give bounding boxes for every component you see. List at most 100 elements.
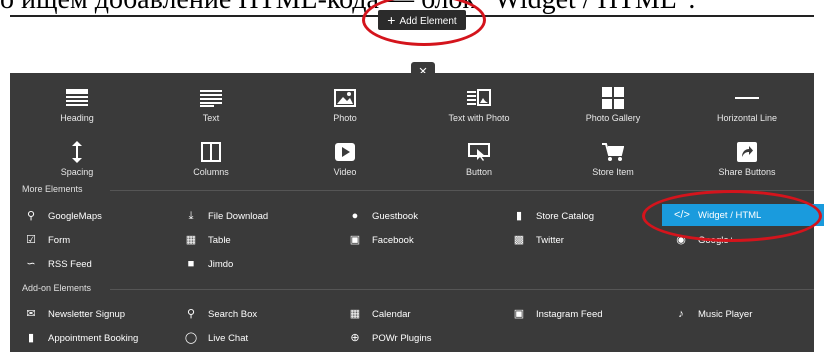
- tile-store-item[interactable]: Store Item: [546, 129, 680, 189]
- item-store-catalog[interactable]: ▮ Store Catalog: [512, 205, 662, 227]
- add-element-panel: Heading Text Photo Text with Photo Photo…: [10, 73, 824, 352]
- add-element-label: Add Element: [399, 16, 457, 27]
- booking-icon: ▮: [27, 332, 35, 344]
- item-newsletter-signup[interactable]: ✉ Newsletter Signup: [24, 303, 174, 325]
- item-label: Google+: [698, 235, 735, 246]
- item-label: Twitter: [536, 235, 564, 246]
- tile-label: Text: [202, 113, 220, 123]
- tile-spacing[interactable]: Spacing: [10, 129, 144, 189]
- item-live-chat[interactable]: ◯ Live Chat: [184, 327, 334, 349]
- item-guestbook[interactable]: ● Guestbook: [348, 205, 498, 227]
- item-label: RSS Feed: [48, 259, 92, 270]
- tile-label: Button: [465, 167, 493, 177]
- item-label: Live Chat: [208, 333, 249, 344]
- add-element-button[interactable]: + Add Element: [378, 10, 466, 30]
- text-with-photo-icon: [412, 87, 546, 109]
- twitter-icon: ▩: [513, 234, 525, 246]
- item-label: Instagram Feed: [536, 309, 603, 320]
- item-jimdo[interactable]: ■ Jimdo: [184, 253, 334, 275]
- map-pin-icon: ⚲: [26, 210, 36, 222]
- item-label: Search Box: [208, 309, 258, 320]
- item-label: Store Catalog: [536, 211, 595, 222]
- photo-gallery-icon: [546, 87, 680, 109]
- tile-label: Columns: [193, 167, 229, 177]
- tile-text-with-photo[interactable]: Text with Photo: [412, 75, 546, 135]
- columns-icon: [144, 141, 278, 163]
- tile-horizontal-line[interactable]: Horizontal Line: [680, 75, 814, 135]
- item-rss-feed[interactable]: ∽ RSS Feed: [24, 253, 174, 275]
- item-table[interactable]: ▦ Table: [184, 229, 334, 251]
- item-powr-plugins[interactable]: ⊕ POWr Plugins: [348, 327, 498, 349]
- share-buttons-icon: [680, 141, 814, 163]
- section-title: More Elements: [22, 184, 83, 194]
- search-icon: ⚲: [186, 308, 196, 320]
- item-google-plus[interactable]: ◉ Google+: [674, 229, 824, 251]
- horizontal-line-icon: [680, 87, 814, 109]
- chat-icon: ◯: [184, 332, 198, 344]
- calendar-icon: ▦: [349, 308, 361, 320]
- tile-video[interactable]: Video: [278, 129, 412, 189]
- item-label: GoogleMaps: [48, 211, 102, 222]
- item-googlemaps[interactable]: ⚲ GoogleMaps: [24, 205, 174, 227]
- photo-icon: [278, 87, 412, 109]
- tile-photo-gallery[interactable]: Photo Gallery: [546, 75, 680, 135]
- tile-label: Share Buttons: [718, 167, 776, 177]
- tile-columns[interactable]: Columns: [144, 129, 278, 189]
- item-label: Facebook: [372, 235, 414, 246]
- tile-label: Photo: [333, 113, 357, 123]
- tile-photo[interactable]: Photo: [278, 75, 412, 135]
- download-icon: ⤓: [188, 210, 194, 222]
- item-label: Guestbook: [372, 211, 418, 222]
- plus-circle-icon: ⊕: [350, 332, 360, 344]
- item-label: Newsletter Signup: [48, 309, 126, 320]
- video-icon: [278, 141, 412, 163]
- checkbox-icon: ☑: [26, 234, 36, 246]
- item-facebook[interactable]: ▣ Facebook: [348, 229, 498, 251]
- store-item-icon: [546, 141, 680, 163]
- item-appointment-booking[interactable]: ▮ Appointment Booking: [24, 327, 174, 349]
- tile-share-buttons[interactable]: Share Buttons: [680, 129, 814, 189]
- item-search-box[interactable]: ⚲ Search Box: [184, 303, 334, 325]
- item-label: Widget / HTML: [698, 210, 762, 221]
- tile-heading[interactable]: Heading: [10, 75, 144, 135]
- tile-label: Heading: [60, 113, 94, 123]
- jimdo-icon: ■: [187, 258, 195, 270]
- divider: [110, 190, 814, 191]
- button-icon: [412, 141, 546, 163]
- item-label: Appointment Booking: [48, 333, 139, 344]
- tile-label: Video: [333, 167, 357, 177]
- facebook-icon: ▣: [349, 234, 361, 246]
- speaker-icon: ♪: [678, 308, 684, 320]
- tile-label: Photo Gallery: [585, 113, 641, 123]
- tile-label: Spacing: [60, 167, 94, 177]
- section-addon-elements: Add-on Elements: [10, 282, 814, 296]
- item-label: POWr Plugins: [372, 333, 432, 344]
- item-label: Jimdo: [208, 259, 234, 270]
- google-plus-icon: ◉: [676, 234, 686, 246]
- item-music-player[interactable]: ♪ Music Player: [674, 303, 824, 325]
- tile-label: Horizontal Line: [716, 113, 778, 123]
- item-widget-html[interactable]: </> Widget / HTML: [662, 204, 824, 226]
- spacing-icon: [10, 141, 144, 163]
- table-icon: ▦: [185, 234, 197, 246]
- section-title: Add-on Elements: [22, 283, 92, 293]
- item-label: Form: [48, 235, 71, 246]
- text-icon: [144, 87, 278, 109]
- catalog-icon: ▮: [515, 210, 523, 222]
- tile-button[interactable]: Button: [412, 129, 546, 189]
- tile-text[interactable]: Text: [144, 75, 278, 135]
- item-calendar[interactable]: ▦ Calendar: [348, 303, 498, 325]
- item-label: File Download: [208, 211, 269, 222]
- rss-icon: ∽: [26, 258, 36, 270]
- item-instagram-feed[interactable]: ▣ Instagram Feed: [512, 303, 662, 325]
- tile-label: Text with Photo: [448, 113, 510, 123]
- divider: [110, 289, 814, 290]
- item-form[interactable]: ☑ Form: [24, 229, 174, 251]
- section-more-elements: More Elements: [10, 183, 814, 197]
- item-twitter[interactable]: ▩ Twitter: [512, 229, 662, 251]
- speech-bubble-icon: ●: [351, 210, 359, 222]
- envelope-icon: ✉: [26, 308, 36, 320]
- item-label: Music Player: [698, 309, 753, 320]
- item-file-download[interactable]: ⤓ File Download: [184, 205, 334, 227]
- item-label: Table: [208, 235, 231, 246]
